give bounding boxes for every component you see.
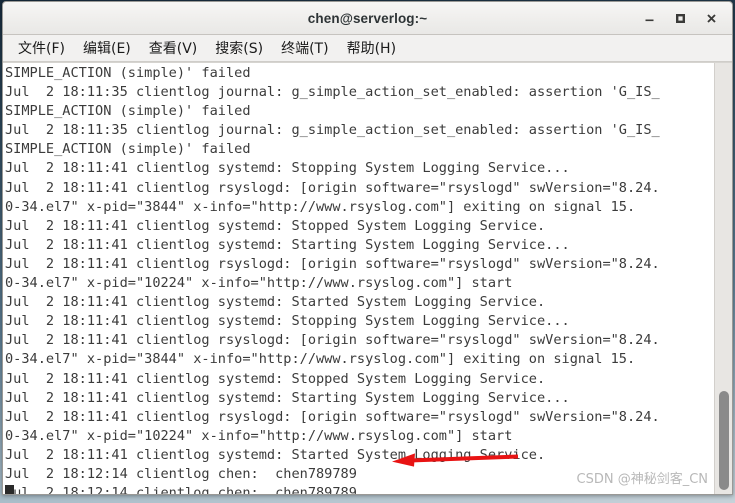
minimize-icon xyxy=(642,11,657,26)
terminal-line: Jul 2 18:11:41 clientlog rsyslogd: [orig… xyxy=(5,332,660,349)
maximize-icon xyxy=(673,11,688,26)
close-button[interactable] xyxy=(703,10,720,27)
close-icon xyxy=(704,11,719,26)
terminal-line: Jul 2 18:11:41 clientlog rsyslogd: [orig… xyxy=(5,255,660,272)
menu-item-help[interactable]: 帮助(H) xyxy=(338,36,405,61)
terminal-line: SIMPLE_ACTION (simple)' failed xyxy=(5,65,251,81)
terminal-line: Jul 2 18:11:41 clientlog systemd: Stoppi… xyxy=(5,160,570,177)
terminal-line: 0-34.el7" x-pid="10224" x-info="http://w… xyxy=(5,427,513,444)
window-titlebar[interactable]: chen@serverlog:~ xyxy=(3,2,732,35)
menu-item-search[interactable]: 搜索(S) xyxy=(206,36,272,61)
watermark-text: CSDN @神秘剑客_CN xyxy=(576,472,709,487)
terminal-output-area[interactable]: SIMPLE_ACTION (simple)' failed Jul 2 18:1… xyxy=(3,62,732,494)
window-title: chen@serverlog:~ xyxy=(307,10,428,26)
window-controls xyxy=(641,2,726,35)
terminal-line: 0-34.el7" x-pid="10224" x-info="http://w… xyxy=(5,275,513,292)
terminal-log-lines[interactable]: SIMPLE_ACTION (simple)' failed Jul 2 18:1… xyxy=(3,63,714,494)
maximize-button[interactable] xyxy=(672,10,689,27)
terminal-line: SIMPLE_ACTION (simple)' failed xyxy=(5,103,251,120)
terminal-cursor xyxy=(5,485,14,494)
terminal-line: 0-34.el7" x-pid="3844" x-info="http://ww… xyxy=(5,351,636,368)
terminal-line: 0-34.el7" x-pid="3844" x-info="http://ww… xyxy=(5,198,636,215)
menu-bar: 文件(F) 编辑(E) 查看(V) 搜索(S) 终端(T) 帮助(H) xyxy=(3,35,732,62)
terminal-window: chen@serverlog:~ 文件(F) 编辑(E) 查看(V) 搜索(S)… xyxy=(2,1,733,495)
terminal-line: Jul 2 18:11:41 clientlog systemd: Starte… xyxy=(5,294,546,311)
menu-item-edit[interactable]: 编辑(E) xyxy=(74,36,140,61)
scrollbar-thumb[interactable] xyxy=(719,390,729,490)
terminal-scrollbar[interactable] xyxy=(714,63,732,494)
terminal-line: Jul 2 18:11:41 clientlog systemd: Stoppi… xyxy=(5,313,570,330)
terminal-line: Jul 2 18:11:41 clientlog rsyslogd: [orig… xyxy=(5,179,660,196)
terminal-line: Jul 2 18:11:35 clientlog journal: g_simp… xyxy=(5,122,660,139)
terminal-line: SIMPLE_ACTION (simple)' failed xyxy=(5,141,251,158)
terminal-line: Jul 2 18:11:41 clientlog systemd: Stoppe… xyxy=(5,370,546,387)
terminal-line: Jul 2 18:11:41 clientlog systemd: Starte… xyxy=(5,446,546,463)
terminal-line: Jul 2 18:11:41 clientlog systemd: Stoppe… xyxy=(5,217,546,234)
minimize-button[interactable] xyxy=(641,10,658,27)
menu-item-terminal[interactable]: 终端(T) xyxy=(272,36,337,61)
desktop-background: chen@serverlog:~ 文件(F) 编辑(E) 查看(V) 搜索(S)… xyxy=(0,0,735,503)
terminal-line: Jul 2 18:11:35 clientlog journal: g_simp… xyxy=(5,84,660,101)
terminal-line: Jul 2 18:11:41 clientlog systemd: Starti… xyxy=(5,236,570,253)
terminal-line: Jul 2 18:11:41 clientlog systemd: Starti… xyxy=(5,389,570,406)
terminal-line: Jul 2 18:11:41 clientlog rsyslogd: [orig… xyxy=(5,408,660,425)
menu-item-file[interactable]: 文件(F) xyxy=(9,36,74,61)
menu-item-view[interactable]: 查看(V) xyxy=(140,36,207,61)
